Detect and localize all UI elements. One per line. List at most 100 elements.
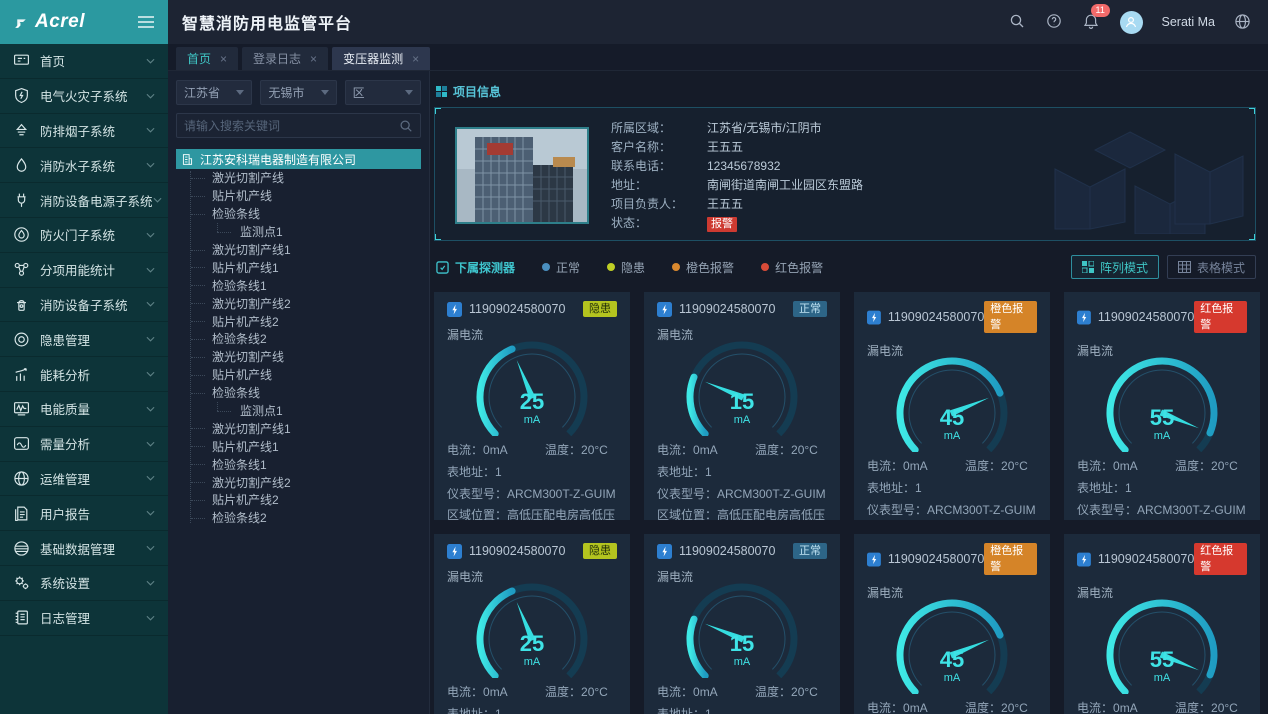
tree-item-11[interactable]: 贴片机产线: [176, 366, 421, 384]
hamburger-menu-icon[interactable]: [137, 15, 155, 29]
tree-item-18[interactable]: 贴片机产线2: [176, 491, 421, 509]
detector-card-3[interactable]: 11909024580070 红色报警 漏电流 55 mA 电流：0mA温度：2…: [1064, 292, 1260, 520]
tree-item-9[interactable]: 检验条线2: [176, 330, 421, 348]
panel-corner: [1249, 234, 1256, 241]
device-id: 11909024580070: [679, 302, 775, 316]
meter-address-row: 表地址：1: [867, 479, 1037, 496]
sidebar-item-12[interactable]: 运维管理: [0, 462, 168, 497]
city-select[interactable]: 无锡市: [260, 80, 336, 105]
tree-item-16[interactable]: 检验条线1: [176, 455, 421, 473]
sidebar-item-15[interactable]: 系统设置: [0, 566, 168, 601]
sidebar-item-label: 运维管理: [40, 469, 90, 488]
tab-0[interactable]: 首页×: [176, 47, 238, 70]
globe-icon[interactable]: [1234, 13, 1252, 31]
sidebar-item-5[interactable]: 防火门子系统: [0, 218, 168, 253]
search-input[interactable]: [184, 119, 399, 133]
search-icon[interactable]: [399, 119, 413, 133]
panel-corner: [1249, 107, 1256, 114]
tree-item-0[interactable]: 激光切割产线: [176, 169, 421, 187]
temp-value: 20°C: [791, 443, 818, 457]
sidebar-item-9[interactable]: 能耗分析: [0, 357, 168, 392]
sidebar-item-3[interactable]: 消防水子系统: [0, 148, 168, 183]
tab-label: 登录日志: [253, 50, 301, 67]
notification-badge: 11: [1091, 4, 1110, 17]
sidebar-item-8[interactable]: 隐患管理: [0, 322, 168, 357]
current-label: 电流：: [867, 701, 903, 714]
help-icon[interactable]: [1046, 13, 1064, 31]
tree-item-12[interactable]: 检验条线: [176, 384, 421, 402]
project-status-label: 状态：: [611, 216, 707, 232]
sidebar-item-7[interactable]: 消防设备子系统: [0, 288, 168, 323]
tab-2[interactable]: 变压器监测×: [332, 47, 430, 70]
ops-icon: [13, 470, 30, 487]
chevron-down-icon: [405, 90, 413, 95]
device-icon: [447, 544, 462, 559]
tree-item-7[interactable]: 激光切割产线2: [176, 294, 421, 312]
sidebar-item-0[interactable]: 首页: [0, 44, 168, 79]
sidebar-item-1[interactable]: 电气火灾子系统: [0, 79, 168, 114]
temp-label: 温度：: [1175, 459, 1211, 473]
tree-item-5[interactable]: 贴片机产线1: [176, 258, 421, 276]
grid-mode-button[interactable]: 阵列模式: [1071, 255, 1159, 279]
sidebar-item-11[interactable]: 需量分析: [0, 427, 168, 462]
tree-item-15[interactable]: 贴片机产线1: [176, 437, 421, 455]
sidebar-item-2[interactable]: 防排烟子系统: [0, 114, 168, 149]
tree-item-13[interactable]: 监测点1: [176, 402, 421, 420]
table-mode-button[interactable]: 表格模式: [1167, 255, 1256, 279]
current-label: 电流：: [447, 443, 483, 457]
sidebar-item-10[interactable]: 电能质量: [0, 392, 168, 427]
current-value: 0mA: [483, 443, 508, 457]
tab-1[interactable]: 登录日志 ×: [242, 47, 328, 70]
detector-card-4[interactable]: 11909024580070 隐患 漏电流 25 mA 电流：0mA温度：20°…: [434, 534, 630, 714]
sidebar-item-13[interactable]: 用户报告: [0, 496, 168, 531]
settings-icon: [13, 574, 30, 591]
temp-value: 20°C: [1211, 459, 1238, 473]
tab-close-icon[interactable]: ×: [310, 52, 317, 66]
sidebar-item-label: 防火门子系统: [40, 225, 115, 244]
tree-item-6[interactable]: 检验条线1: [176, 276, 421, 294]
temp-value: 20°C: [581, 443, 608, 457]
svg-text:mA: mA: [524, 656, 541, 668]
sidebar-item-16[interactable]: 日志管理: [0, 601, 168, 636]
tree-item-4[interactable]: 激光切割产线1: [176, 241, 421, 259]
province-select[interactable]: 江苏省: [176, 80, 252, 105]
tree-item-1[interactable]: 贴片机产线: [176, 187, 421, 205]
sidebar-item-14[interactable]: 基础数据管理: [0, 531, 168, 566]
project-field-label: 地址：: [611, 178, 707, 194]
detector-card-2[interactable]: 11909024580070 橙色报警 漏电流 45 mA 电流：0mA温度：2…: [854, 292, 1050, 520]
building-icon: [181, 153, 194, 166]
sidebar-item-label: 分项用能统计: [40, 260, 115, 279]
bell-icon[interactable]: 11: [1083, 13, 1101, 31]
detector-card-6[interactable]: 11909024580070 橙色报警 漏电流 45 mA 电流：0mA温度：2…: [854, 534, 1050, 714]
card-details: 电流：0mA温度：20°C 表地址：1 仪表型号：ARCM300T-Z-GUIM…: [447, 683, 617, 714]
tree-item-8[interactable]: 贴片机产线2: [176, 312, 421, 330]
tree-item-19[interactable]: 检验条线2: [176, 509, 421, 527]
detector-card-5[interactable]: 11909024580070 正常 漏电流 15 mA 电流：0mA温度：20°…: [644, 534, 840, 714]
project-field-value: 南闸街道南闸工业园区东盟路: [707, 178, 863, 194]
district-select[interactable]: 区: [345, 80, 421, 105]
temp-value: 20°C: [581, 685, 608, 699]
tab-close-icon[interactable]: ×: [220, 52, 227, 66]
device-id: 11909024580070: [888, 552, 984, 566]
tree-item-2[interactable]: 检验条线: [176, 205, 421, 223]
project-field-label: 联系电话：: [611, 159, 707, 175]
sidebar-item-4[interactable]: 消防设备电源子系统: [0, 183, 168, 218]
tree-item-10[interactable]: 激光切割产线: [176, 348, 421, 366]
tree-item-14[interactable]: 激光切割产线1: [176, 419, 421, 437]
temp-value: 20°C: [1211, 701, 1238, 714]
detector-card-0[interactable]: 11909024580070 隐患 漏电流 25 mA 电流：0mA温度：20°…: [434, 292, 630, 520]
tree-root-company[interactable]: 江苏安科瑞电器制造有限公司: [176, 149, 421, 169]
tree-item-17[interactable]: 激光切割产线2: [176, 473, 421, 491]
leakage-gauge: 15 mA: [657, 339, 827, 436]
detector-card-1[interactable]: 11909024580070 正常 漏电流 15 mA 电流：0mA温度：20°…: [644, 292, 840, 520]
detector-card-7[interactable]: 11909024580070 红色报警 漏电流 55 mA 电流：0mA温度：2…: [1064, 534, 1260, 714]
device-tree: 江苏安科瑞电器制造有限公司 激光切割产线贴片机产线检验条线监测点1激光切割产线1…: [176, 149, 421, 527]
search-icon[interactable]: [1009, 13, 1027, 31]
status-badge: 红色报警: [1194, 543, 1247, 575]
tab-close-icon[interactable]: ×: [412, 52, 419, 66]
avatar[interactable]: [1120, 11, 1143, 34]
power-quality-icon: [13, 400, 30, 417]
chevron-down-icon: [153, 197, 162, 203]
sidebar-item-6[interactable]: 分项用能统计: [0, 253, 168, 288]
tree-item-3[interactable]: 监测点1: [176, 223, 421, 241]
